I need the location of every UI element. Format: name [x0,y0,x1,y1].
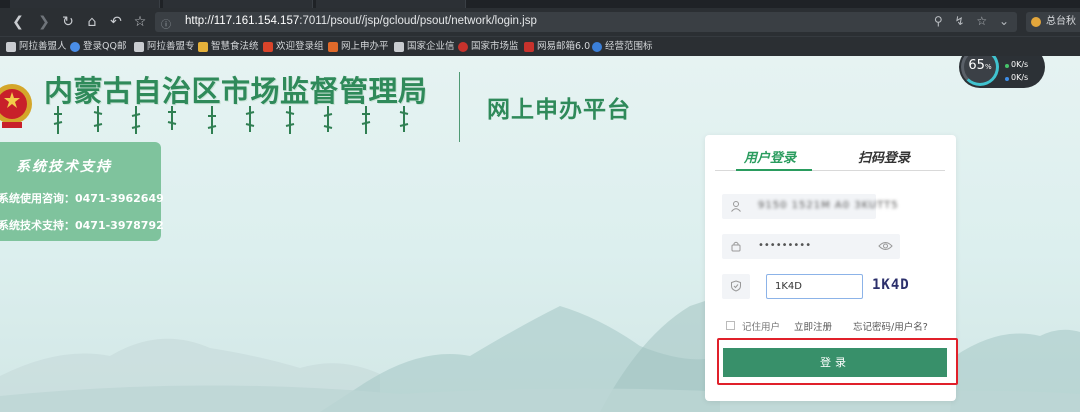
url-text[interactable]: http://117.161.154.157:7011/psout//jsp/g… [185,15,537,27]
bookmark-item[interactable]: 登录QQ邮 [70,40,126,54]
bookmarks-bar: 阿拉善盟人 登录QQ邮 阿拉善盟专 智慧食法统 欢迎登录组 网上申办平 国家企业… [0,36,1080,56]
remember-checkbox[interactable] [726,321,735,330]
page-icon [6,42,16,52]
register-link[interactable]: 立即注册 [794,319,832,333]
lock-icon [731,241,741,252]
site-icon [328,42,338,52]
bookmark-star-icon[interactable]: ☆ [976,14,987,28]
captcha-image[interactable]: 1K4D [872,277,910,293]
tab-qr-login[interactable]: 扫码登录 [858,147,910,166]
browser-tab[interactable] [10,0,160,8]
chrome-icon [70,42,80,52]
bookmark-item[interactable]: 阿拉善盟人 [6,40,67,54]
mongolian-script-subtitle [53,106,409,134]
home-icon[interactable]: ⌂ [84,14,100,30]
browser-tab[interactable] [316,0,466,8]
login-page: 内蒙古自治区市场监督管理局 网上申办平台 系统技术支持 系统使用咨询：0471-… [0,56,1080,412]
support-panel: 系统技术支持 系统使用咨询：0471-3962649 系统技术支持：0471-3… [0,142,164,241]
shield-icon [731,280,741,292]
upload-dot-icon [1005,64,1009,68]
captcha-input[interactable]: 1K4D [766,274,863,299]
url-field[interactable]: ⓘ http://117.161.154.157:7011/psout//jsp… [155,12,1017,32]
network-speed-widget[interactable]: 65% 0K/s 0K/s [959,56,1045,88]
lightning-icon[interactable]: ↯ [954,14,964,28]
remember-label[interactable]: 记住用户 [742,319,780,333]
reload-icon[interactable]: ↻ [60,14,76,30]
extension-button[interactable]: 总台秋 [1026,12,1080,32]
password-value: ••••••••• [758,240,812,251]
support-tech-line: 系统技术支持：0471-3978792 [0,219,164,232]
login-card: 用户登录 扫码登录 9150 1521M A0 3KUTT5 ••••••••• [705,135,958,401]
support-title: 系统技术支持 [16,159,112,175]
bookmark-item[interactable]: 国家企业信 [394,40,455,54]
bookmark-item[interactable]: 经营范围标 [592,40,653,54]
bookmark-item[interactable]: 网易邮箱6.0 [524,40,590,54]
upload-rate: 0K/s [1011,60,1029,69]
platform-title: 网上申办平台 [487,97,631,123]
header-divider [459,72,460,142]
address-bar: ❮ ❯ ↻ ⌂ ↶ ☆ ⓘ http://117.161.154.157:701… [0,8,1080,36]
username-field[interactable]: 9150 1521M A0 3KUTT5 [722,194,898,219]
mail-icon [524,42,534,52]
bookmark-item[interactable]: 网上申办平 [328,40,389,54]
back-icon[interactable]: ❮ [10,14,26,30]
dropdown-chevron-icon[interactable]: ⌄ [999,14,1009,28]
eye-icon[interactable] [878,240,893,252]
login-tabs: 用户登录 扫码登录 [715,135,945,171]
annotation-highlight-box [717,338,958,385]
site-icon [198,42,208,52]
captcha-row: 1K4D 1K4D [722,274,909,299]
usage-percent: 65% [968,58,992,73]
password-field[interactable]: ••••••••• [722,234,900,259]
browser-tab-strip [0,0,1080,8]
tab-user-login[interactable]: 用户登录 [735,147,813,171]
user-icon [731,201,741,212]
support-consult-line: 系统使用咨询：0471-3962649 [0,192,164,205]
undo-icon[interactable]: ↶ [108,14,124,30]
login-options: 记住用户 立即注册 忘记密码/用户名? [726,319,946,333]
page-icon [134,42,144,52]
emblem-icon [458,42,468,52]
bookmark-item[interactable]: 智慧食法统 [198,40,259,54]
download-dot-icon [1005,77,1009,81]
bookmark-item[interactable]: 阿拉善盟专 [134,40,195,54]
site-icon [263,42,273,52]
browser-tab[interactable] [163,0,313,8]
username-value: 9150 1521M A0 3KUTT5 [758,200,899,211]
download-rate: 0K/s [1011,73,1029,82]
bookmark-item[interactable]: 国家市场监 [458,40,519,54]
bookmark-item[interactable]: 欢迎登录组 [263,40,324,54]
star-icon[interactable]: ☆ [132,14,148,30]
globe-icon [592,42,602,52]
national-emblem-icon [0,84,32,128]
zoom-icon[interactable]: ⚲ [934,14,943,28]
forgot-password-link[interactable]: 忘记密码/用户名? [853,319,928,333]
insecure-site-icon[interactable]: ⓘ [161,16,171,31]
forward-icon[interactable]: ❯ [36,14,52,30]
page-icon [394,42,404,52]
